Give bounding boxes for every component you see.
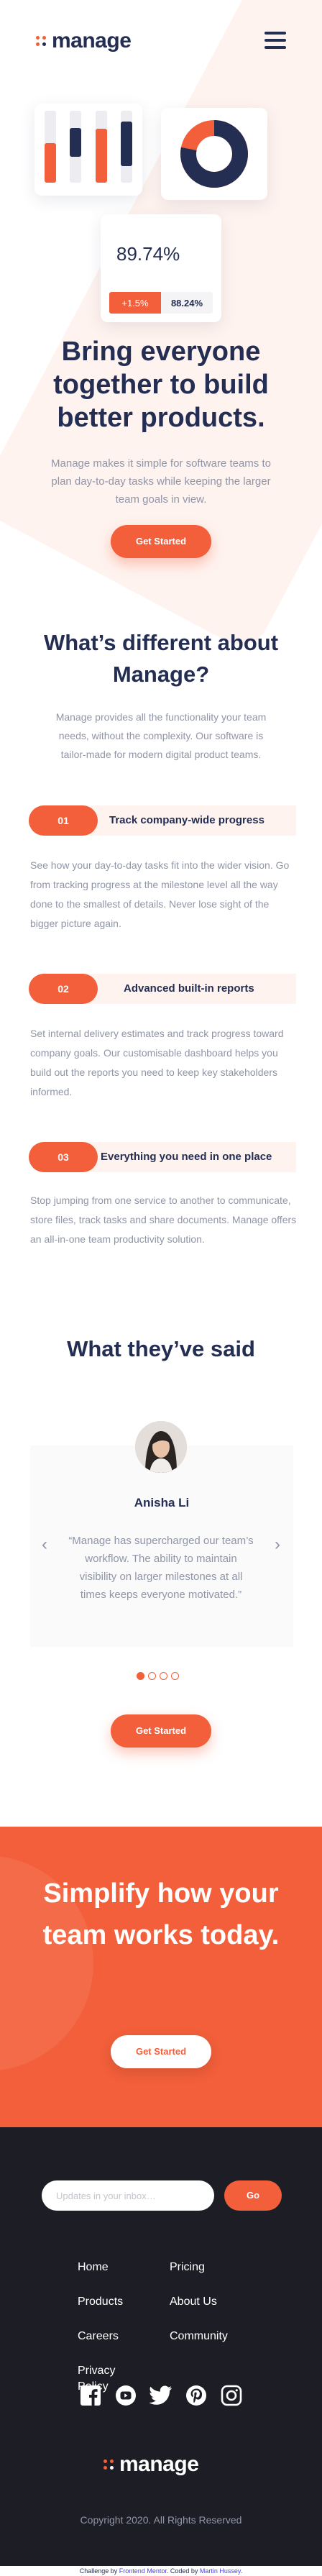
bar-fill	[120, 122, 132, 166]
footer-logo-text: manage	[119, 2452, 199, 2476]
chevron-left-icon[interactable]: ‹	[36, 1536, 53, 1553]
footer-link-community[interactable]: Community	[170, 2329, 228, 2344]
footer-link-home[interactable]: Home	[78, 2260, 109, 2275]
feature-heading-3: 03 Everything you need in one place	[29, 1142, 296, 1172]
feature-text: Set internal delivery estimates and trac…	[30, 1028, 284, 1097]
twitter-icon[interactable]	[150, 2384, 172, 2407]
footer-link-about-us[interactable]: About Us	[170, 2294, 217, 2310]
feature-title: Everything you need in one place	[101, 1151, 272, 1163]
page: manage 89.74% +1.5% 88.24% Bring everyon…	[0, 0, 322, 2576]
donut-chart	[180, 120, 248, 188]
feature-number: 02	[29, 974, 98, 1004]
feature-number: 03	[29, 1142, 98, 1172]
stat-secondary: 88.24%	[161, 292, 213, 314]
bar-column	[95, 111, 107, 183]
testimonials-get-started-button[interactable]: Get Started	[111, 1714, 211, 1748]
youtube-icon[interactable]	[114, 2384, 137, 2407]
bar-chart	[45, 111, 132, 183]
avatar	[135, 1421, 187, 1473]
slider-dot[interactable]	[171, 1672, 179, 1680]
logo-text: manage	[52, 29, 132, 52]
attribution-middle: . Coded by	[166, 2567, 198, 2575]
site-footer: Go Home Products Careers Privacy Policy …	[0, 2127, 322, 2566]
different-description: Manage provides all the functionality yo…	[55, 711, 267, 760]
attribution-prefix: Challenge by	[79, 2567, 118, 2575]
hero-title: Bring everyone together to build better …	[53, 337, 269, 433]
logo-mark-icon	[104, 2459, 114, 2470]
bar-chart-card	[34, 104, 142, 196]
brand-logo[interactable]: manage	[36, 29, 132, 53]
bar-fill	[45, 143, 56, 183]
feature-text: See how your day-to-day tasks fit into t…	[30, 859, 290, 929]
pinterest-icon[interactable]	[185, 2384, 208, 2407]
cta-banner: Simplify how your team works today. Get …	[0, 1827, 322, 2127]
feature-heading-1: 01 Track company-wide progress	[29, 805, 296, 836]
bar-column	[120, 111, 132, 183]
donut-chart-card	[161, 108, 267, 200]
attribution-suffix: .	[240, 2567, 243, 2575]
stat-row: +1.5% 88.24%	[109, 292, 213, 314]
slider-dot[interactable]	[137, 1672, 144, 1680]
copyright-text: Copyright 2020. All Rights Reserved	[80, 2514, 242, 2526]
stat-change: +1.5%	[109, 292, 161, 314]
testimonial-name: Anisha Li	[134, 1496, 190, 1509]
testimonials-title: What they’ve said	[67, 1336, 255, 1361]
different-title: What’s different about Manage?	[43, 630, 279, 687]
avatar-portrait-icon	[135, 1421, 187, 1473]
bar-column	[70, 111, 82, 183]
testimonial-quote: “Manage has supercharged our team’s work…	[68, 1535, 254, 1601]
bar-column	[45, 111, 56, 183]
author-link[interactable]: Martin Hussey	[200, 2567, 241, 2575]
hero-illustration: 89.74% +1.5% 88.24%	[0, 86, 322, 324]
slider-dots	[137, 1672, 179, 1680]
feature-title: Track company-wide progress	[109, 814, 264, 826]
newsletter-go-button[interactable]: Go	[224, 2180, 282, 2211]
cta-get-started-button[interactable]: Get Started	[111, 2035, 211, 2068]
cta-title: Simplify how your team works today.	[42, 1878, 280, 1950]
footer-link-products[interactable]: Products	[78, 2294, 123, 2310]
hero-get-started-button[interactable]: Get Started	[111, 525, 211, 558]
bar-fill	[95, 129, 107, 183]
bar-fill	[70, 128, 82, 157]
feature-title: Advanced built-in reports	[124, 982, 254, 995]
stat-value: 89.74%	[116, 243, 180, 265]
attribution: Challenge by Frontend Mentor. Coded by M…	[0, 2566, 322, 2576]
instagram-icon[interactable]	[220, 2384, 243, 2407]
footer-link-careers[interactable]: Careers	[78, 2329, 119, 2344]
frontend-mentor-link[interactable]: Frontend Mentor	[119, 2567, 167, 2575]
slider-dot[interactable]	[160, 1672, 167, 1680]
hero-description: Manage makes it simple for software team…	[51, 457, 271, 506]
feature-number: 01	[29, 805, 98, 836]
newsletter-email-input[interactable]	[42, 2180, 214, 2211]
footer-logo[interactable]: manage	[104, 2452, 199, 2477]
hamburger-icon[interactable]	[264, 32, 286, 49]
slider-dot[interactable]	[148, 1672, 156, 1680]
site-header: manage	[0, 0, 322, 86]
footer-link-pricing[interactable]: Pricing	[170, 2260, 205, 2275]
facebook-icon[interactable]	[79, 2384, 102, 2407]
social-links	[79, 2383, 243, 2408]
chevron-right-icon[interactable]: ›	[269, 1536, 286, 1553]
feature-heading-2: 02 Advanced built-in reports	[29, 974, 296, 1004]
logo-mark-icon	[36, 36, 46, 46]
feature-text: Stop jumping from one service to another…	[30, 1195, 297, 1245]
stat-card: 89.74% +1.5% 88.24%	[101, 214, 221, 322]
